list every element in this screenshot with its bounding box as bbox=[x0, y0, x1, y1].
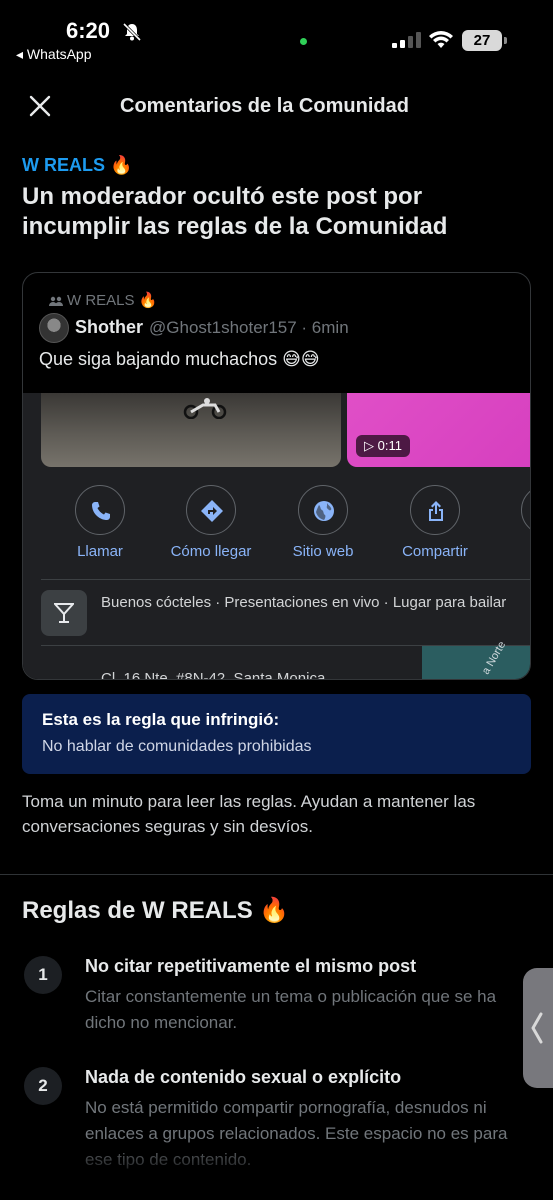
share-action[interactable]: Compartir bbox=[380, 485, 490, 560]
signal-icon bbox=[392, 32, 421, 48]
place-address: Cl. 16 Nte. #8N-42, Santa Monica bbox=[101, 670, 326, 680]
map-street-label: a Norte bbox=[479, 639, 509, 677]
violated-rule-text: No hablar de comunidades prohibidas bbox=[42, 738, 312, 755]
battery-indicator: 27 bbox=[462, 30, 507, 51]
motorcycle-figure bbox=[183, 398, 227, 419]
directions-icon bbox=[201, 500, 223, 522]
side-panel-handle[interactable] bbox=[523, 968, 553, 1088]
header: Comentarios de la Comunidad bbox=[0, 80, 553, 132]
rules-note: Toma un minuto para leer las reglas. Ayu… bbox=[22, 792, 476, 836]
map-thumbnail: a Norte bbox=[422, 639, 530, 679]
place-address-row: Cl. 16 Nte. #8N-42, Santa Monica a Norte bbox=[41, 639, 530, 680]
website-label: Sitio web bbox=[292, 543, 354, 560]
photo-thumbnail bbox=[41, 393, 341, 467]
mic-indicator-dot bbox=[300, 38, 307, 45]
post-handle: @Ghost1shoter157 · 6min bbox=[149, 318, 349, 337]
page-title: Comentarios de la Comunidad bbox=[120, 95, 409, 117]
status-time: 6:20 bbox=[66, 18, 111, 43]
rule-number-badge: 1 bbox=[24, 956, 62, 994]
save-label: Guar bbox=[491, 543, 530, 560]
call-action[interactable]: Llamar bbox=[45, 485, 155, 560]
post-author-name: Shother bbox=[75, 317, 144, 337]
status-bar: 6:20 ◂ WhatsApp 27 bbox=[0, 0, 553, 70]
avatar[interactable] bbox=[39, 313, 69, 343]
place-info-row: Buenos cócteles · Presentaciones en vivo… bbox=[41, 579, 530, 645]
wifi-icon bbox=[429, 31, 453, 48]
post-author-line[interactable]: Shother @Ghost1shoter157 · 6min bbox=[75, 317, 349, 338]
rule-title: No citar repetitivamente el mismo post bbox=[85, 956, 417, 976]
community-link[interactable]: W REALS 🔥 bbox=[22, 155, 132, 176]
people-icon bbox=[49, 296, 63, 307]
globe-icon bbox=[314, 501, 334, 521]
post-community-name: W REALS 🔥 bbox=[67, 292, 158, 309]
back-to-app-link[interactable]: ◂ WhatsApp bbox=[16, 46, 92, 63]
post-community-label: W REALS 🔥 bbox=[49, 291, 157, 309]
phone-icon bbox=[92, 502, 110, 520]
hidden-post-card[interactable]: W REALS 🔥 Shother @Ghost1shoter157 · 6min… bbox=[22, 272, 531, 680]
save-action[interactable]: Guar bbox=[491, 485, 530, 560]
share-icon bbox=[429, 501, 443, 521]
chevron-left-icon bbox=[531, 1012, 543, 1044]
close-icon[interactable] bbox=[28, 94, 52, 118]
place-highlights: Buenos cócteles · Presentaciones en vivo… bbox=[101, 594, 507, 611]
section-divider bbox=[0, 874, 553, 875]
cocktail-icon bbox=[41, 590, 87, 636]
moderation-heading: Un moderador ocultó este post por incump… bbox=[22, 183, 448, 240]
call-label: Llamar bbox=[77, 543, 123, 560]
place-actions-row: Llamar Cómo llegar Sitio web Compartir bbox=[23, 485, 530, 565]
rule-title: Nada de contenido sexual o explícito bbox=[85, 1067, 402, 1087]
video-duration-badge: ▷ 0:11 bbox=[356, 435, 410, 457]
share-label: Compartir bbox=[402, 543, 468, 560]
post-embedded-image[interactable]: ▷ 0:11 Llamar Cómo llegar Sitio web Comp… bbox=[23, 393, 530, 680]
violated-rule-title: Esta es la regla que infringió: bbox=[42, 710, 280, 729]
rule-description: Citar constantemente un tema o publicaci… bbox=[85, 987, 497, 1032]
violated-rule-box: Esta es la regla que infringió: No habla… bbox=[22, 694, 531, 774]
bell-muted-icon bbox=[122, 22, 142, 42]
rule-number-badge: 2 bbox=[24, 1067, 62, 1105]
directions-label: Cómo llegar bbox=[170, 543, 252, 560]
post-text: Que siga bajando muchachos 😅😅 bbox=[39, 349, 320, 369]
bottom-fade bbox=[0, 1140, 553, 1200]
directions-action[interactable]: Cómo llegar bbox=[156, 485, 266, 560]
rules-heading: Reglas de W REALS 🔥 bbox=[22, 897, 290, 924]
website-action[interactable]: Sitio web bbox=[268, 485, 378, 560]
